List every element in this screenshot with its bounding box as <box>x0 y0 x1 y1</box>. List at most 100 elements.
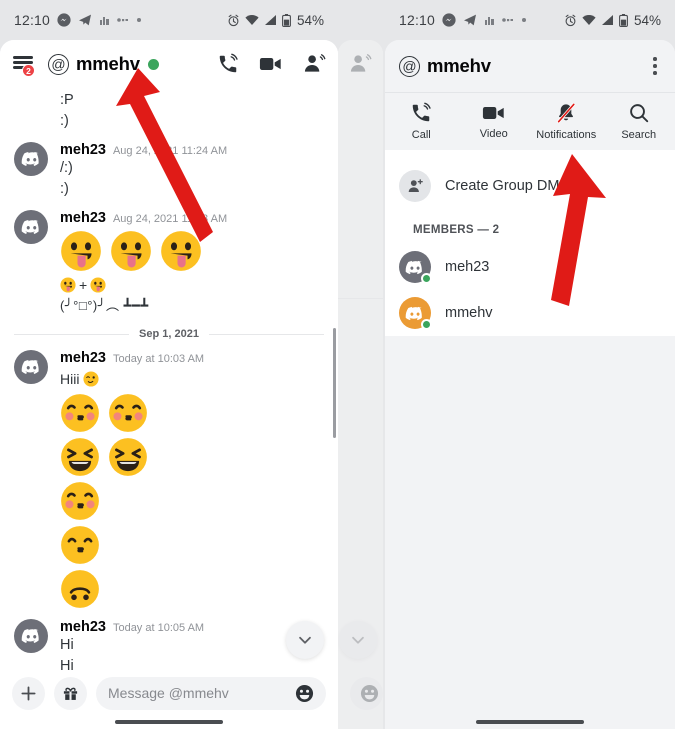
emoji-row <box>60 569 324 609</box>
message-line: :P <box>60 92 74 108</box>
ghost-app-card <box>338 40 383 729</box>
menu-button[interactable]: 2 <box>10 51 40 77</box>
orphan-message-lines: :P :) <box>14 88 324 132</box>
status-bar-left-group: 12:10 <box>399 12 527 28</box>
members-icon <box>349 53 372 75</box>
battery-icon <box>619 13 628 27</box>
status-bar-right-group: 54% <box>564 13 661 28</box>
right-status-bar: 12:10 54% <box>385 0 675 40</box>
divider-rule <box>14 333 130 335</box>
chat-title: mmehv <box>76 53 140 74</box>
message-item: meh23 Aug 24, 2021 11:33 AM + (╯°□°)╯︵ ┻… <box>14 210 324 316</box>
alarm-icon <box>564 14 577 27</box>
laughing-emoji <box>61 438 99 476</box>
avatar[interactable] <box>14 142 48 176</box>
action-notifications-label: Notifications <box>536 129 597 141</box>
action-search-label: Search <box>621 129 657 141</box>
status-bar-clock: 12:10 <box>399 12 436 28</box>
messenger-icon <box>442 13 456 27</box>
presence-online-indicator <box>147 58 159 70</box>
status-online-dot <box>421 273 432 284</box>
tongue-out-emoji <box>90 277 106 293</box>
laughing-emoji <box>109 438 147 476</box>
emoji-picker-button[interactable] <box>295 684 314 703</box>
members-section-header: MEMBERS — 2 <box>413 224 500 236</box>
add-attachment-button[interactable] <box>12 676 45 710</box>
message-list[interactable]: :P :) meh23 Aug 24, 2021 11:24 AM /:):)… <box>0 88 338 671</box>
message-input[interactable] <box>108 685 289 701</box>
avatar <box>399 251 432 284</box>
plus-separator: + <box>79 277 88 293</box>
member-name: meh23 <box>445 259 490 275</box>
avatar[interactable] <box>14 210 48 244</box>
emoji-row <box>60 393 324 433</box>
ghost-status-bar <box>338 0 383 40</box>
message-timestamp: Aug 24, 2021 11:33 AM <box>112 213 228 225</box>
chevron-down-icon <box>299 636 311 644</box>
message-line: (╯°□°)╯︵ ┻━┻ <box>60 298 149 313</box>
chat-header-actions <box>217 53 326 75</box>
message-text: Hiii <box>60 371 80 387</box>
battery-percent: 54% <box>296 12 324 28</box>
signal-icon <box>264 14 277 26</box>
message-header: meh23 Today at 10:03 AM <box>60 350 324 366</box>
message-author: meh23 <box>60 619 106 635</box>
messenger-icon <box>57 13 71 27</box>
battery-icon <box>282 13 291 27</box>
right-app-card: @ mmehv Call Video Notifications Search … <box>385 40 675 729</box>
left-status-bar: 12:10 54% <box>0 0 338 40</box>
kissing-blush-emoji <box>61 394 99 432</box>
dot-icon <box>136 17 142 23</box>
at-symbol-icon: @ <box>399 55 420 77</box>
gift-button[interactable] <box>54 676 87 710</box>
message-inline-emoji-line: + <box>60 275 324 295</box>
tongue-out-emoji <box>60 277 76 293</box>
left-phone-panel: 12:10 54% 2 @ mmehv:P:) meh23 Aug 24, … <box>0 0 338 729</box>
home-indicator <box>476 720 584 724</box>
avatar[interactable] <box>14 619 48 653</box>
call-icon <box>413 102 431 122</box>
call-icon[interactable] <box>217 53 239 75</box>
message-line: /:) <box>60 160 73 176</box>
wifi-icon <box>582 14 596 26</box>
app-icon <box>484 15 495 26</box>
emoji-icon <box>295 684 314 702</box>
kissing-smiling-emoji <box>61 526 99 564</box>
details-title: mmehv <box>427 55 491 76</box>
action-video[interactable]: Video <box>458 103 531 140</box>
member-name: mmehv <box>445 305 493 321</box>
ghost-jump-to-bottom <box>339 621 377 659</box>
screenshot-root: 12:10 54% 2 @ mmehv:P:) meh23 Aug 24, … <box>0 0 675 729</box>
message-author: meh23 <box>60 350 106 366</box>
emoji-row <box>60 437 324 477</box>
avatar[interactable] <box>14 350 48 384</box>
member-row[interactable]: mmehv <box>385 290 675 336</box>
message-line: :) <box>60 181 69 197</box>
member-row[interactable]: meh23 <box>385 244 675 290</box>
action-call[interactable]: Call <box>385 102 458 141</box>
message-input-wrapper[interactable] <box>96 676 326 710</box>
jump-to-bottom-button[interactable] <box>286 621 324 659</box>
action-search[interactable]: Search <box>603 102 675 141</box>
telegram-icon <box>78 13 92 27</box>
create-group-dm-row[interactable]: Create Group DM <box>385 162 675 210</box>
bell-muted-icon <box>557 102 576 124</box>
action-notifications[interactable]: Notifications <box>530 102 603 141</box>
status-bar-right-group: 54% <box>227 13 324 28</box>
message-item: meh23 Aug 24, 2021 11:24 AM /:) :) <box>14 142 324 200</box>
members-icon[interactable] <box>303 53 326 75</box>
action-video-label: Video <box>479 128 508 140</box>
ghost-divider <box>338 298 383 299</box>
home-indicator <box>115 720 223 724</box>
wink-emoji <box>83 371 99 387</box>
at-symbol-icon: @ <box>48 53 69 75</box>
video-icon[interactable] <box>259 53 283 75</box>
message-item: meh23 Today at 10:03 AM Hiii <box>14 350 324 609</box>
message-scrollbar-thumb[interactable] <box>333 328 336 438</box>
tongue-out-emoji <box>111 231 151 271</box>
ghost-chat-header <box>338 40 383 88</box>
chevron-down-icon <box>352 636 364 644</box>
video-icon <box>482 107 504 119</box>
kebab-menu-icon[interactable] <box>649 51 661 81</box>
wifi-icon <box>245 14 259 26</box>
